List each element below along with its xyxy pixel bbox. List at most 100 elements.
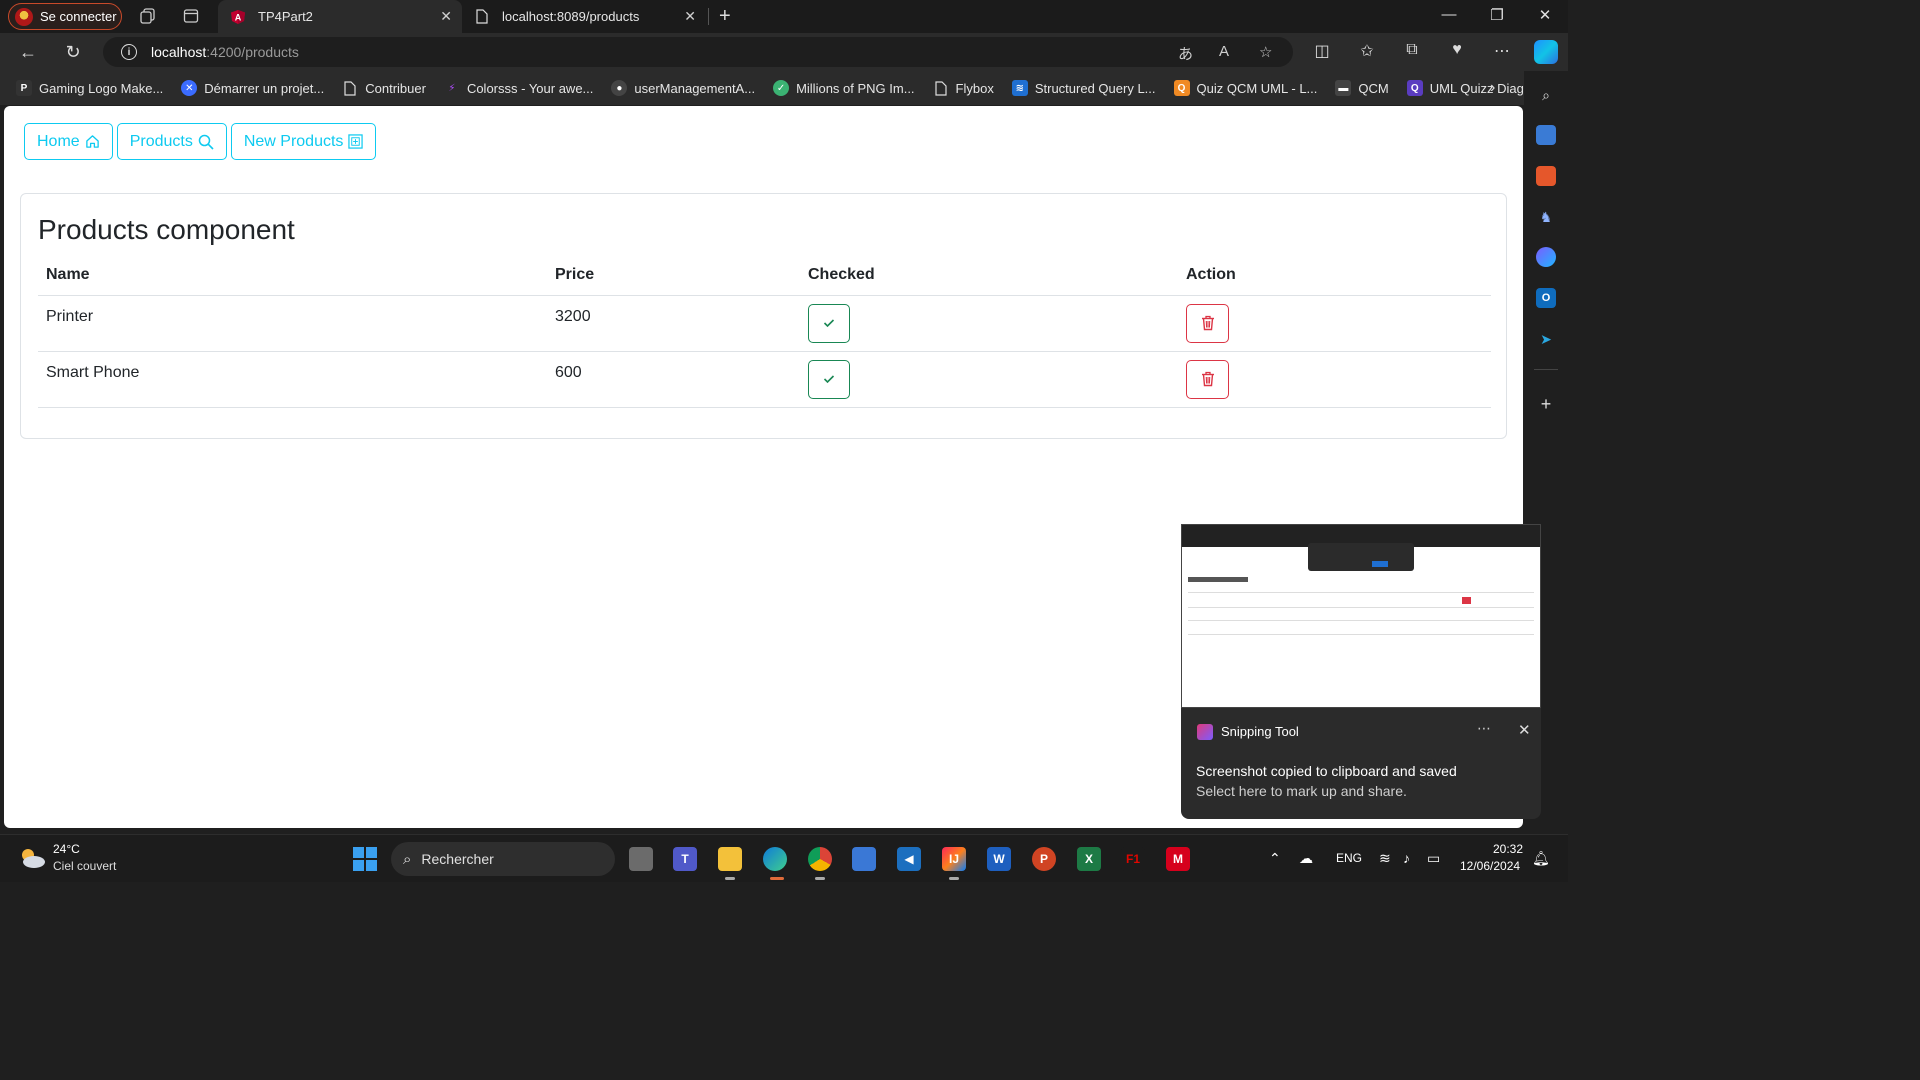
running-indicator <box>949 877 959 880</box>
screenshot-thumbnail[interactable] <box>1181 524 1541 708</box>
column-header-price: Price <box>547 254 800 296</box>
favorite-item[interactable]: ● userManagementA... <box>611 80 755 96</box>
favorite-item[interactable]: ▬ QCM <box>1335 80 1389 96</box>
favorite-item[interactable]: ≋ Structured Query L... <box>1011 80 1156 96</box>
task-view-icon[interactable] <box>629 847 653 871</box>
copilot-sidebar-icon[interactable] <box>1536 247 1556 267</box>
file-explorer-icon[interactable] <box>718 847 742 871</box>
trash-icon <box>1201 315 1214 331</box>
close-icon[interactable]: ✕ <box>1518 721 1531 739</box>
nav-new-products-button[interactable]: New Products <box>230 123 377 160</box>
clock-time[interactable]: 20:32 <box>1493 842 1523 856</box>
favorite-item[interactable]: Q Quiz QCM UML - L... <box>1173 80 1317 96</box>
delete-button[interactable] <box>1186 359 1229 399</box>
close-icon[interactable]: ✕ <box>440 8 452 25</box>
more-menu-icon[interactable]: ⋯ <box>1491 41 1513 61</box>
intellij-icon[interactable]: IJ <box>942 847 966 871</box>
browser-essentials-icon[interactable]: ♥ <box>1446 41 1468 59</box>
store-icon[interactable] <box>852 847 876 871</box>
games-icon[interactable]: ♞ <box>1536 207 1556 227</box>
search-icon <box>198 134 214 150</box>
vscode-icon[interactable]: ◀ <box>897 847 921 871</box>
favorite-item[interactable]: Flybox <box>933 80 994 96</box>
translate-icon[interactable]: あ <box>1178 43 1193 64</box>
volume-icon[interactable]: ♪ <box>1403 850 1410 866</box>
search-icon[interactable]: ⌕ <box>1536 85 1556 105</box>
minimize-icon[interactable]: — <box>1439 6 1459 23</box>
new-tab-icon[interactable]: + <box>719 5 731 28</box>
vertical-tabs-icon[interactable] <box>181 6 201 26</box>
copilot-icon[interactable] <box>1534 40 1558 64</box>
favorite-item[interactable]: ✕ Démarrer un projet... <box>181 80 324 96</box>
edge-icon[interactable] <box>763 847 787 871</box>
wifi-icon[interactable]: ≋ <box>1379 850 1391 867</box>
close-icon[interactable]: ✕ <box>684 8 696 25</box>
send-icon[interactable]: ➤ <box>1536 329 1556 349</box>
refresh-icon[interactable]: ↻ <box>62 41 84 63</box>
favorite-star-icon[interactable]: ☆ <box>1259 43 1272 61</box>
app-nav: Home Products New Products <box>24 123 377 160</box>
nav-products-button[interactable]: Products <box>116 123 227 160</box>
mcafee-icon[interactable]: M <box>1166 847 1190 871</box>
favorites-icon[interactable]: ✩ <box>1356 41 1378 61</box>
tab-localhost-8089[interactable]: localhost:8089/products ✕ <box>462 0 706 33</box>
back-icon[interactable]: ← <box>17 41 39 63</box>
products-card: Products component Name Price Checked Ac… <box>20 193 1507 439</box>
restore-icon[interactable]: ❐ <box>1487 6 1507 24</box>
angular-icon: A <box>230 9 246 25</box>
favorite-item[interactable]: ⚡ Colorsss - Your awe... <box>444 80 593 96</box>
column-header-checked: Checked <box>800 254 1178 296</box>
profile-button[interactable]: Se connecter <box>8 3 122 30</box>
window-close-icon[interactable]: ✕ <box>1535 6 1555 24</box>
column-header-name: Name <box>38 254 547 296</box>
windows-start-icon[interactable] <box>353 847 377 871</box>
language-indicator[interactable]: ENG <box>1336 851 1362 865</box>
powerpoint-icon[interactable]: P <box>1032 847 1056 871</box>
excel-icon[interactable]: X <box>1077 847 1101 871</box>
toolbox-icon[interactable] <box>1536 166 1556 186</box>
workspaces-icon[interactable] <box>138 6 158 26</box>
tab-tp4part2[interactable]: A TP4Part2 ✕ <box>218 0 462 33</box>
f1-icon[interactable]: F1 <box>1121 847 1145 871</box>
chrome-icon[interactable] <box>808 847 832 871</box>
battery-icon[interactable]: ▭ <box>1427 850 1440 867</box>
taskbar-search[interactable]: ⌕ Rechercher <box>391 842 615 876</box>
favorite-item[interactable]: Contribuer <box>342 80 426 96</box>
chevron-up-icon[interactable]: ⌃ <box>1269 850 1281 867</box>
cloud-icon[interactable] <box>18 847 46 869</box>
action-cell <box>1178 295 1491 352</box>
onedrive-icon[interactable]: ☁ <box>1299 850 1313 867</box>
outlook-icon[interactable]: O <box>1536 288 1556 308</box>
snipping-tool-notification[interactable]: Snipping Tool ⋯ ✕ Screenshot copied to c… <box>1181 708 1541 819</box>
product-name: Smart Phone <box>38 351 547 408</box>
check-button[interactable] <box>808 359 850 399</box>
shopping-tag-icon[interactable] <box>1536 125 1556 145</box>
add-icon[interactable]: + <box>1536 394 1556 414</box>
check-button[interactable] <box>808 303 850 343</box>
notification-bell-icon[interactable]: 🔔︎ <box>1532 850 1550 867</box>
site-info-icon[interactable]: i <box>121 44 137 60</box>
read-aloud-icon[interactable]: A <box>1219 43 1229 60</box>
favorite-item[interactable]: P Gaming Logo Make... <box>16 80 163 96</box>
green-circle-icon: ✓ <box>773 80 790 96</box>
sql-icon: ≋ <box>1011 80 1028 96</box>
product-price: 600 <box>547 351 800 408</box>
split-screen-icon[interactable]: ◫ <box>1311 41 1333 61</box>
address-bar[interactable]: i localhost:4200/products あ A ☆ <box>103 37 1293 67</box>
column-header-action: Action <box>1178 254 1491 296</box>
teams-icon[interactable]: T <box>673 847 697 871</box>
action-cell <box>1178 351 1491 408</box>
table-row: Printer 3200 <box>38 295 1491 352</box>
running-indicator <box>725 877 735 880</box>
thumbnail-delete-mark <box>1462 597 1471 604</box>
thumbnail-rule <box>1188 592 1534 593</box>
word-icon[interactable]: W <box>987 847 1011 871</box>
more-options-icon[interactable]: ⋯ <box>1477 720 1491 737</box>
favorite-item[interactable]: ✓ Millions of PNG Im... <box>773 80 915 96</box>
collections-icon[interactable]: ⧉ <box>1401 41 1423 59</box>
chevron-right-icon[interactable]: › <box>1490 79 1495 97</box>
page-title: Products component <box>38 214 295 245</box>
nav-home-button[interactable]: Home <box>24 123 113 160</box>
clock-date[interactable]: 12/06/2024 <box>1460 859 1520 873</box>
delete-button[interactable] <box>1186 303 1229 343</box>
